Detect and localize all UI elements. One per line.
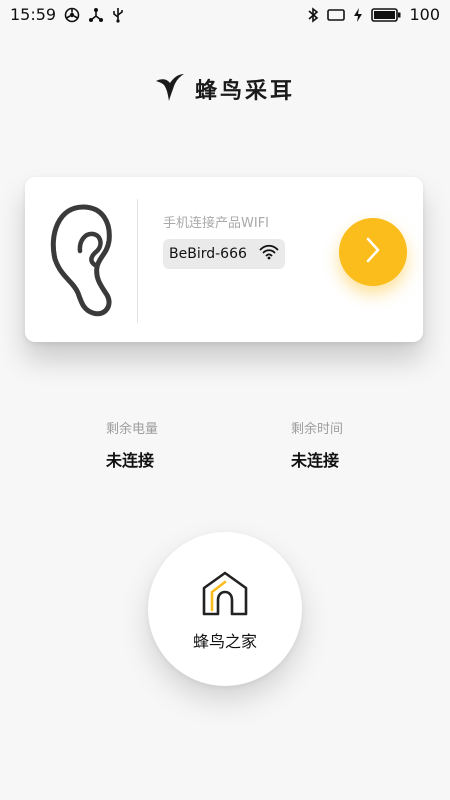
battery-stat-value: 未连接 (106, 451, 155, 470)
ear-icon (45, 199, 115, 328)
device-card: 手机连接产品WIFI BeBird-666 (25, 177, 423, 342)
screen-icon (327, 8, 346, 22)
wifi-network-field[interactable]: BeBird-666 (163, 239, 285, 269)
time-stat-label: 剩余时间 (291, 422, 344, 437)
connect-next-button[interactable] (339, 218, 407, 286)
status-bar: 15:59 100 (0, 0, 450, 28)
battery-stat-label: 剩余电量 (106, 422, 159, 437)
battery-icon (371, 7, 401, 22)
usb-icon (112, 7, 124, 23)
bluetooth-icon (307, 6, 319, 23)
chevron-right-icon (363, 235, 383, 269)
time-stat: 剩余时间 未连接 (291, 418, 343, 471)
wifi-icon (259, 244, 279, 264)
brand-header: 蜂鸟采耳 (0, 72, 450, 106)
status-bar-left: 15:59 (10, 5, 124, 24)
battery-stat: 剩余电量 未连接 (106, 418, 158, 471)
wifi-network-name: BeBird-666 (169, 246, 247, 262)
time-stat-value: 未连接 (291, 451, 340, 470)
home-button[interactable]: 蜂鸟之家 (148, 532, 302, 686)
hummingbird-logo-icon (155, 72, 185, 106)
sync-icon (64, 7, 80, 23)
usb-tether-icon (88, 7, 104, 23)
battery-level: 100 (409, 5, 440, 24)
status-bar-right: 100 (307, 5, 440, 24)
home-button-label: 蜂鸟之家 (192, 632, 257, 651)
status-time: 15:59 (10, 5, 57, 24)
home-icon (200, 570, 250, 620)
brand-name: 蜂鸟采耳 (194, 79, 295, 104)
wifi-label: 手机连接产品WIFI (163, 216, 269, 231)
charging-icon (353, 7, 363, 23)
card-divider (137, 199, 138, 323)
